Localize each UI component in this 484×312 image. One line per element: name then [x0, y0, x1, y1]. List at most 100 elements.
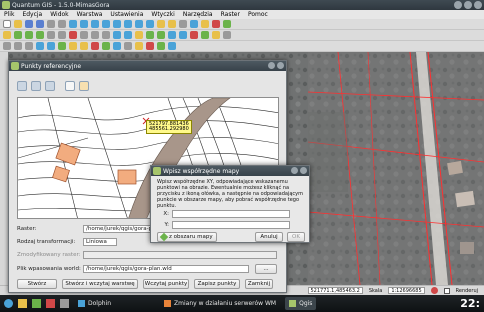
render-checkbox[interactable]	[443, 287, 450, 294]
maximize-button[interactable]	[464, 1, 472, 9]
load-points-button[interactable]: Wczytaj punkty	[143, 279, 189, 289]
add-line-icon[interactable]	[25, 31, 33, 39]
dialog-minimize-button[interactable]	[268, 62, 275, 69]
zoom-last-icon[interactable]	[135, 20, 143, 28]
quick-print-icon[interactable]	[146, 42, 154, 50]
delete-feature-icon[interactable]	[69, 31, 77, 39]
close-button[interactable]	[474, 1, 482, 9]
select-icon[interactable]	[168, 20, 176, 28]
pan-icon[interactable]	[69, 20, 77, 28]
add-postgis-icon[interactable]	[168, 31, 176, 39]
interpolation-icon[interactable]	[124, 42, 132, 50]
create-button[interactable]: Stwórz	[17, 279, 57, 289]
ok-button[interactable]: OK	[287, 232, 305, 242]
identify-icon[interactable]	[157, 20, 165, 28]
help-icon[interactable]	[223, 20, 231, 28]
diagram-icon[interactable]	[168, 42, 176, 50]
bookmark-icon[interactable]	[201, 20, 209, 28]
x-input[interactable]	[172, 210, 290, 218]
node-tool-icon[interactable]	[58, 31, 66, 39]
menu-tools[interactable]: Narzędzia	[183, 11, 213, 18]
menu-view[interactable]: Widok	[50, 11, 68, 18]
ogr-converter-icon[interactable]	[135, 42, 143, 50]
zoom-in-icon[interactable]	[80, 20, 88, 28]
add-vector-icon[interactable]	[146, 31, 154, 39]
kde-menu-icon[interactable]	[4, 299, 13, 308]
menu-settings[interactable]: Ustawienia	[110, 11, 143, 18]
from-map-button[interactable]: z obszaru mapy	[157, 232, 217, 242]
capture-icon[interactable]	[3, 42, 11, 50]
gps-icon[interactable]	[58, 42, 66, 50]
cancel-button[interactable]: Anuluj	[255, 232, 283, 242]
zoom-in-icon[interactable]	[17, 81, 27, 91]
simplify-icon[interactable]	[25, 42, 33, 50]
zoom-layer-icon[interactable]	[113, 20, 121, 28]
raster-path-field[interactable]: /home/jurek/qgis/gora-plan.png	[83, 224, 157, 233]
coordinates-minimize-button[interactable]	[291, 167, 298, 174]
copyright-icon[interactable]	[91, 42, 99, 50]
terminal-icon[interactable]	[60, 299, 69, 308]
menu-plugins[interactable]: Wtyczki	[151, 11, 174, 18]
new-project-icon[interactable]	[3, 20, 11, 28]
add-raster-icon[interactable]	[157, 31, 165, 39]
scale-field[interactable]: 1:12696685	[388, 287, 425, 294]
y-input[interactable]	[172, 221, 290, 229]
menu-help[interactable]: Pomoc	[248, 11, 268, 18]
zoom-full-icon[interactable]	[102, 20, 110, 28]
app-launcher-icon[interactable]	[32, 299, 41, 308]
task-qgis[interactable]: Qgis	[285, 297, 317, 310]
undo-icon[interactable]	[113, 31, 121, 39]
open-project-icon[interactable]	[14, 20, 22, 28]
edit-toggle-icon[interactable]	[3, 31, 11, 39]
task-browser[interactable]: Zmiany w działaniu serwerów WM	[160, 297, 280, 310]
paste-icon[interactable]	[102, 31, 110, 39]
copy-icon[interactable]	[91, 31, 99, 39]
refresh-icon[interactable]	[146, 20, 154, 28]
label-icon[interactable]	[135, 31, 143, 39]
browse-button[interactable]: ...	[255, 263, 277, 274]
zoom-selection-icon[interactable]	[124, 20, 132, 28]
composer-icon[interactable]	[58, 20, 66, 28]
rotate-icon[interactable]	[14, 42, 22, 50]
save-points-button[interactable]: Zapisz punkty	[194, 279, 240, 289]
zoom-out-icon[interactable]	[91, 20, 99, 28]
menu-layer[interactable]: Warstwa	[77, 11, 103, 18]
add-polygon-icon[interactable]	[36, 31, 44, 39]
georeferencer-icon[interactable]	[47, 42, 55, 50]
menu-file[interactable]: Plik	[4, 11, 14, 18]
delimited-text-icon[interactable]	[113, 42, 121, 50]
task-dolphin[interactable]: Dolphin	[74, 297, 115, 310]
deselect-icon[interactable]	[179, 20, 187, 28]
menu-raster[interactable]: Raster	[221, 11, 240, 18]
folder-icon[interactable]	[18, 299, 27, 308]
measure-icon[interactable]	[190, 20, 198, 28]
north-arrow-icon[interactable]	[69, 42, 77, 50]
scale-bar-icon[interactable]	[80, 42, 88, 50]
coordinates-close-button[interactable]	[300, 167, 307, 174]
cut-icon[interactable]	[80, 31, 88, 39]
transform-select[interactable]: Liniowa	[83, 237, 117, 246]
stop-render-icon[interactable]	[430, 287, 438, 294]
redo-icon[interactable]	[124, 31, 132, 39]
add-wms-icon[interactable]	[179, 31, 187, 39]
layers-panel-strip[interactable]	[0, 52, 8, 292]
new-layer-icon[interactable]	[201, 31, 209, 39]
add-point-icon[interactable]	[14, 31, 22, 39]
browser-icon[interactable]	[46, 299, 55, 308]
zoom-out-icon[interactable]	[31, 81, 41, 91]
dialog-close-button[interactable]	[277, 62, 284, 69]
add-point-icon[interactable]	[65, 81, 75, 91]
world-file-field[interactable]: /home/jurek/qgis/gora-plan.wld	[83, 264, 249, 273]
table-icon[interactable]	[157, 42, 165, 50]
close-dialog-button[interactable]: Zamknij	[245, 279, 273, 289]
minimize-button[interactable]	[454, 1, 462, 9]
grass-icon[interactable]	[36, 42, 44, 50]
delete-point-icon[interactable]	[79, 81, 89, 91]
menu-edit[interactable]: Edycja	[22, 11, 42, 18]
create-and-load-button[interactable]: Stwórz i wczytaj warstwę	[62, 279, 138, 289]
remove-layer-icon[interactable]	[190, 31, 198, 39]
plugin-icon[interactable]	[212, 31, 220, 39]
tips-icon[interactable]	[212, 20, 220, 28]
save-project-icon[interactable]	[25, 20, 33, 28]
python-icon[interactable]	[223, 31, 231, 39]
